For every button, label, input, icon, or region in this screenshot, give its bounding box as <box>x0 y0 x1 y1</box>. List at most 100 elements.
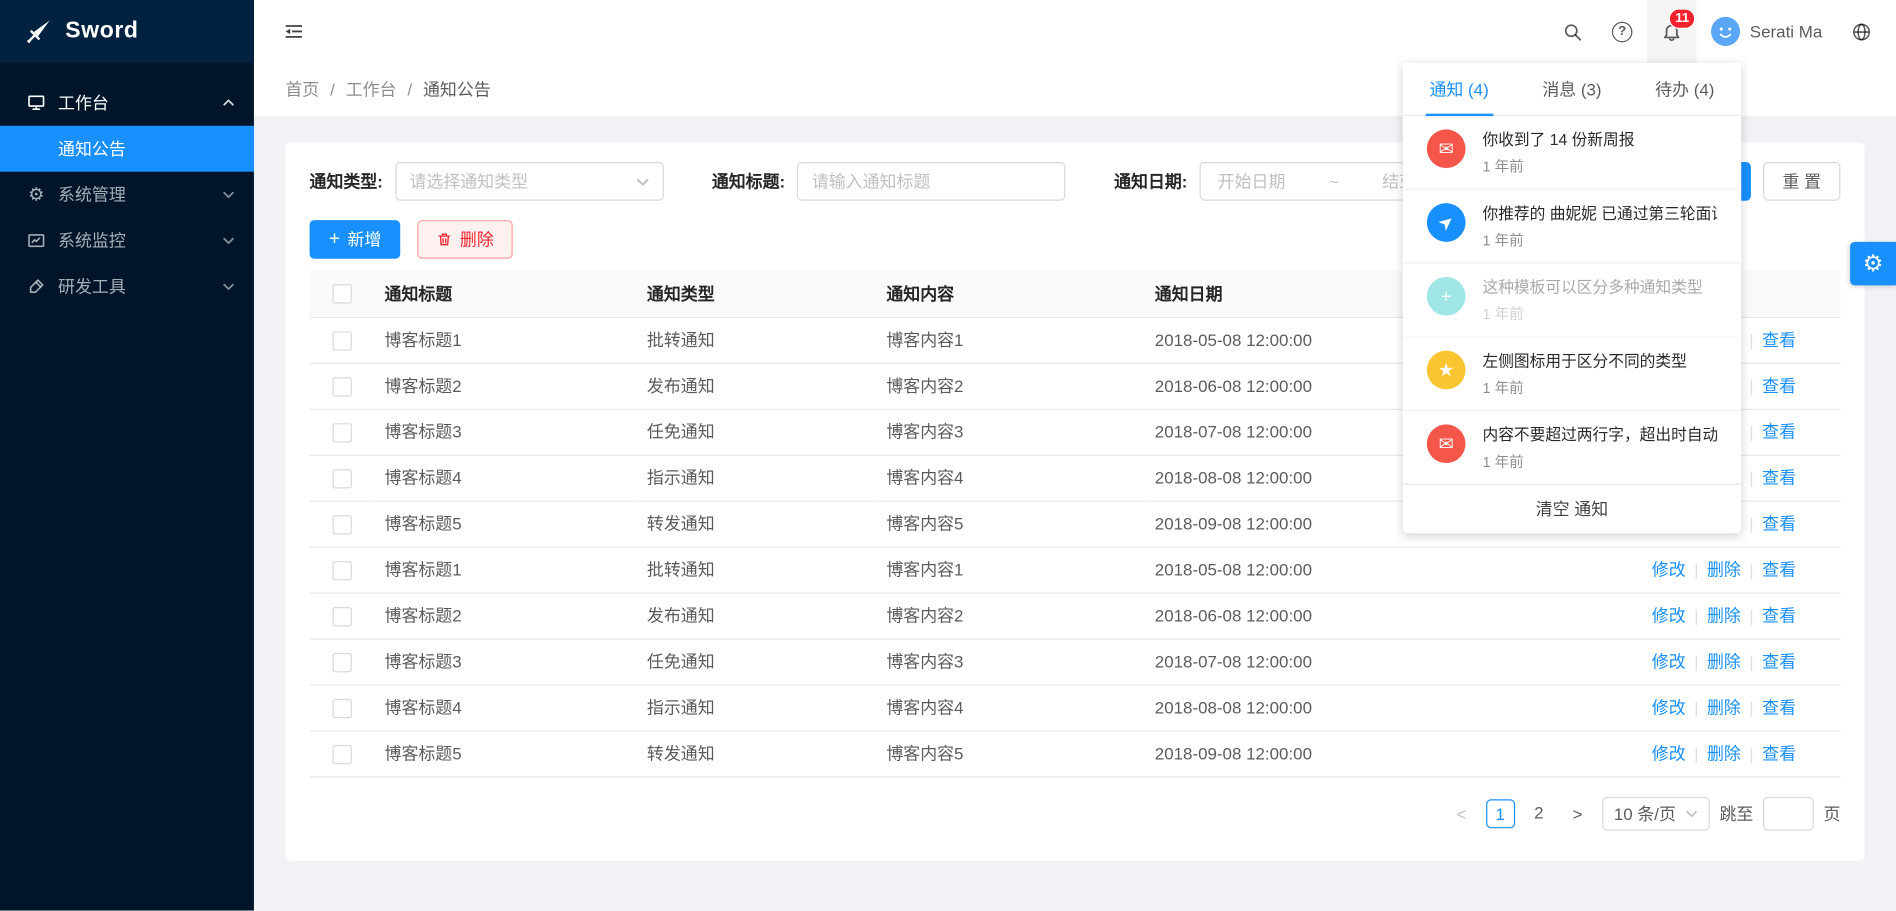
notification-time: 1 年前 <box>1482 305 1702 324</box>
row-action-view[interactable]: 查看 <box>1762 330 1796 349</box>
user-menu[interactable]: Serati Ma <box>1697 0 1837 63</box>
cell-content: 博客内容2 <box>877 593 1145 639</box>
notification-item[interactable]: ✉ 内容不要超过两行字，超出时自动截断 1 年前 <box>1403 411 1742 485</box>
prev-page-button[interactable]: < <box>1447 799 1476 828</box>
cell-content: 博客内容2 <box>877 363 1145 409</box>
row-action-view[interactable]: 查看 <box>1762 560 1796 579</box>
chevron-down-icon <box>636 177 649 185</box>
notice-type-select[interactable]: 请选择通知类型 <box>395 162 663 201</box>
row-checkbox[interactable] <box>333 469 352 488</box>
tab-messages[interactable]: 消息 (3) <box>1516 63 1629 115</box>
row-action-delete[interactable]: 删除 <box>1707 652 1741 671</box>
cell-type: 转发通知 <box>637 730 876 776</box>
search-icon[interactable] <box>1548 0 1598 63</box>
menu-fold-icon[interactable] <box>283 21 305 43</box>
row-action-edit[interactable]: 修改 <box>1652 698 1686 717</box>
tab-notifications[interactable]: 通知 (4) <box>1403 63 1516 115</box>
row-checkbox[interactable] <box>333 653 352 672</box>
breadcrumb-current: 通知公告 <box>423 77 491 101</box>
sidebar-item-system-management[interactable]: ⚙ 系统管理 <box>0 172 254 218</box>
action-divider: | <box>1694 698 1698 717</box>
cell-type: 指示通知 <box>637 684 876 730</box>
notification-item[interactable]: + 这种模板可以区分多种通知类型 1 年前 <box>1403 264 1742 338</box>
action-divider: | <box>1749 514 1753 533</box>
row-checkbox[interactable] <box>333 423 352 442</box>
theme-settings-button[interactable]: ⚙ <box>1850 242 1896 286</box>
desktop-icon <box>27 93 46 112</box>
notification-time: 1 年前 <box>1482 157 1634 176</box>
row-checkbox[interactable] <box>333 561 352 580</box>
breadcrumb-home[interactable]: 首页 <box>285 77 319 101</box>
cell-content: 博客内容4 <box>877 455 1145 501</box>
page-size-select[interactable]: 10 条/页 <box>1602 796 1710 830</box>
row-checkbox[interactable] <box>333 698 352 717</box>
row-action-view[interactable]: 查看 <box>1762 698 1796 717</box>
sidebar-item-system-monitor[interactable]: 系统监控 <box>0 218 254 264</box>
notification-item[interactable]: ★ 左侧图标用于区分不同的类型 1 年前 <box>1403 337 1742 411</box>
sidebar-item-notice[interactable]: 通知公告 <box>0 126 254 172</box>
notifications-bell-button[interactable]: 11 <box>1647 0 1697 63</box>
clear-notifications-button[interactable]: 清空 通知 <box>1403 484 1742 534</box>
cell-actions: 修改|删除|查看 <box>1642 547 1840 593</box>
notification-tabs: 通知 (4) 消息 (3) 待办 (4) <box>1403 63 1742 116</box>
row-action-delete[interactable]: 删除 <box>1707 744 1741 763</box>
row-action-edit[interactable]: 修改 <box>1652 560 1686 579</box>
row-action-delete[interactable]: 删除 <box>1707 698 1741 717</box>
row-checkbox[interactable] <box>333 331 352 350</box>
cell-actions: 修改|删除|查看 <box>1642 638 1840 684</box>
row-action-edit[interactable]: 修改 <box>1652 744 1686 763</box>
send-icon: ➤ <box>1419 195 1474 250</box>
add-button[interactable]: + 新增 <box>310 220 401 259</box>
language-globe-icon[interactable] <box>1837 0 1887 63</box>
row-action-delete[interactable]: 删除 <box>1707 560 1741 579</box>
table-row: 博客标题5 转发通知 博客内容5 2018-09-08 12:00:00 修改|… <box>310 730 1841 776</box>
row-checkbox[interactable] <box>333 607 352 626</box>
table-row: 博客标题2 发布通知 博客内容2 2018-06-08 12:00:00 修改|… <box>310 593 1841 639</box>
cell-date: 2018-08-08 12:00:00 <box>1145 684 1642 730</box>
row-action-view[interactable]: 查看 <box>1762 606 1796 625</box>
cell-title: 博客标题3 <box>375 409 637 455</box>
notification-badge: 11 <box>1669 8 1695 29</box>
row-checkbox[interactable] <box>333 377 352 396</box>
reset-button[interactable]: 重 置 <box>1763 162 1840 201</box>
notice-title-input[interactable]: 请输入通知标题 <box>797 162 1065 201</box>
row-action-edit[interactable]: 修改 <box>1652 606 1686 625</box>
row-action-view[interactable]: 查看 <box>1762 744 1796 763</box>
sidebar-item-label: 通知公告 <box>58 139 126 158</box>
cell-title: 博客标题3 <box>375 638 637 684</box>
cell-title: 博客标题5 <box>375 730 637 776</box>
page-button-2[interactable]: 2 <box>1524 799 1553 828</box>
cell-date: 2018-05-08 12:00:00 <box>1145 547 1642 593</box>
cell-type: 任免通知 <box>637 638 876 684</box>
help-icon[interactable]: ? <box>1597 0 1647 63</box>
notification-item[interactable]: ➤ 你推荐的 曲妮妮 已通过第三轮面试 1 年前 <box>1403 190 1742 264</box>
row-action-delete[interactable]: 删除 <box>1707 606 1741 625</box>
delete-button[interactable]: 删除 <box>418 220 514 259</box>
cell-content: 博客内容3 <box>877 638 1145 684</box>
breadcrumb-workbench[interactable]: 工作台 <box>346 77 397 101</box>
page-unit-label: 页 <box>1823 801 1840 825</box>
select-all-checkbox[interactable] <box>333 285 352 304</box>
notification-item[interactable]: ✉ 你收到了 14 份新周报 1 年前 <box>1403 116 1742 190</box>
row-checkbox[interactable] <box>333 515 352 534</box>
sidebar-item-dev-tools[interactable]: 研发工具 <box>0 264 254 310</box>
page-button-1[interactable]: 1 <box>1486 799 1515 828</box>
row-action-edit[interactable]: 修改 <box>1652 652 1686 671</box>
pagination: < 12 > 10 条/页 跳至 页 <box>310 796 1841 830</box>
row-checkbox[interactable] <box>333 744 352 763</box>
next-page-button[interactable]: > <box>1563 799 1592 828</box>
row-action-view[interactable]: 查看 <box>1762 376 1796 395</box>
action-divider: | <box>1694 606 1698 625</box>
trash-icon <box>437 231 453 248</box>
tab-todos[interactable]: 待办 (4) <box>1628 63 1741 115</box>
row-action-view[interactable]: 查看 <box>1762 468 1796 487</box>
brand-name: Sword <box>65 18 138 45</box>
sidebar-item-workbench[interactable]: 工作台 <box>0 80 254 126</box>
row-action-view[interactable]: 查看 <box>1762 422 1796 441</box>
row-action-view[interactable]: 查看 <box>1762 514 1796 533</box>
logo[interactable]: Sword <box>0 0 254 63</box>
chevron-down-icon <box>222 191 234 198</box>
row-action-view[interactable]: 查看 <box>1762 652 1796 671</box>
jump-page-input[interactable] <box>1763 796 1814 830</box>
chevron-up-icon <box>222 99 234 106</box>
